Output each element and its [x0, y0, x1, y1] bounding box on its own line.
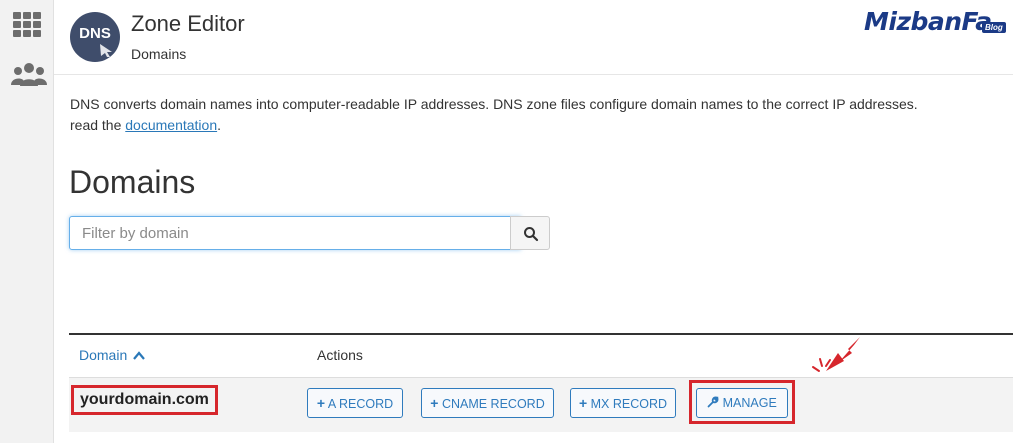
dns-logo: DNS: [70, 12, 120, 62]
app-subtitle: Domains: [131, 46, 187, 62]
page-header: DNS Zone Editor Domains MizbanFa Blog: [54, 0, 1013, 75]
sidebar: [0, 0, 54, 443]
brand-badge: Blog: [982, 22, 1006, 33]
add-cname-record-button[interactable]: + CNAME RECORD: [421, 388, 554, 418]
plus-icon: +: [316, 395, 326, 411]
add-mx-record-button[interactable]: + MX RECORD: [570, 388, 676, 418]
column-header-actions: Actions: [317, 347, 363, 363]
plus-icon: +: [578, 395, 588, 411]
column-domain-label: Domain: [79, 347, 128, 363]
users-icon[interactable]: [10, 60, 47, 90]
app-title: Zone Editor: [131, 11, 245, 36]
table-header: Domain Actions: [69, 333, 1013, 377]
filter-input[interactable]: [69, 216, 521, 250]
wrench-icon: [707, 396, 719, 408]
a-record-label: A RECORD: [327, 397, 394, 411]
pointer-arrow-icon: [812, 337, 860, 372]
table-row: yourdomain.com + A RECORD + CNAME RECORD…: [69, 377, 1013, 432]
search-button[interactable]: [510, 216, 550, 250]
plus-icon: +: [430, 395, 439, 411]
column-header-domain[interactable]: Domain: [79, 347, 145, 363]
add-a-record-button[interactable]: + A RECORD: [307, 388, 403, 418]
sort-ascending-icon: [133, 351, 145, 360]
main-content: DNS Zone Editor Domains MizbanFa Blog DN…: [54, 0, 1013, 443]
domain-name: yourdomain.com: [71, 385, 218, 415]
brand-logo: MizbanFa: [864, 7, 992, 36]
dns-logo-text: DNS: [79, 25, 111, 42]
intro-read-prefix: read the: [70, 117, 122, 133]
intro-description: DNS converts domain names into computer-…: [70, 96, 918, 112]
search-icon: [524, 227, 539, 242]
manage-label: MANAGE: [722, 396, 777, 410]
grid-icon[interactable]: [10, 10, 44, 40]
manage-button[interactable]: MANAGE: [696, 388, 788, 418]
domains-table: Domain Actions yourdomain.com + A RECORD…: [69, 333, 1013, 432]
page-title: Domains: [69, 164, 196, 200]
cname-record-label: CNAME RECORD: [441, 397, 545, 411]
cursor-icon: [100, 44, 112, 57]
intro-text: DNS converts domain names into computer-…: [70, 94, 1010, 136]
documentation-link[interactable]: documentation: [125, 117, 217, 133]
intro-suffix: .: [217, 117, 221, 133]
mx-record-label: MX RECORD: [590, 397, 668, 411]
